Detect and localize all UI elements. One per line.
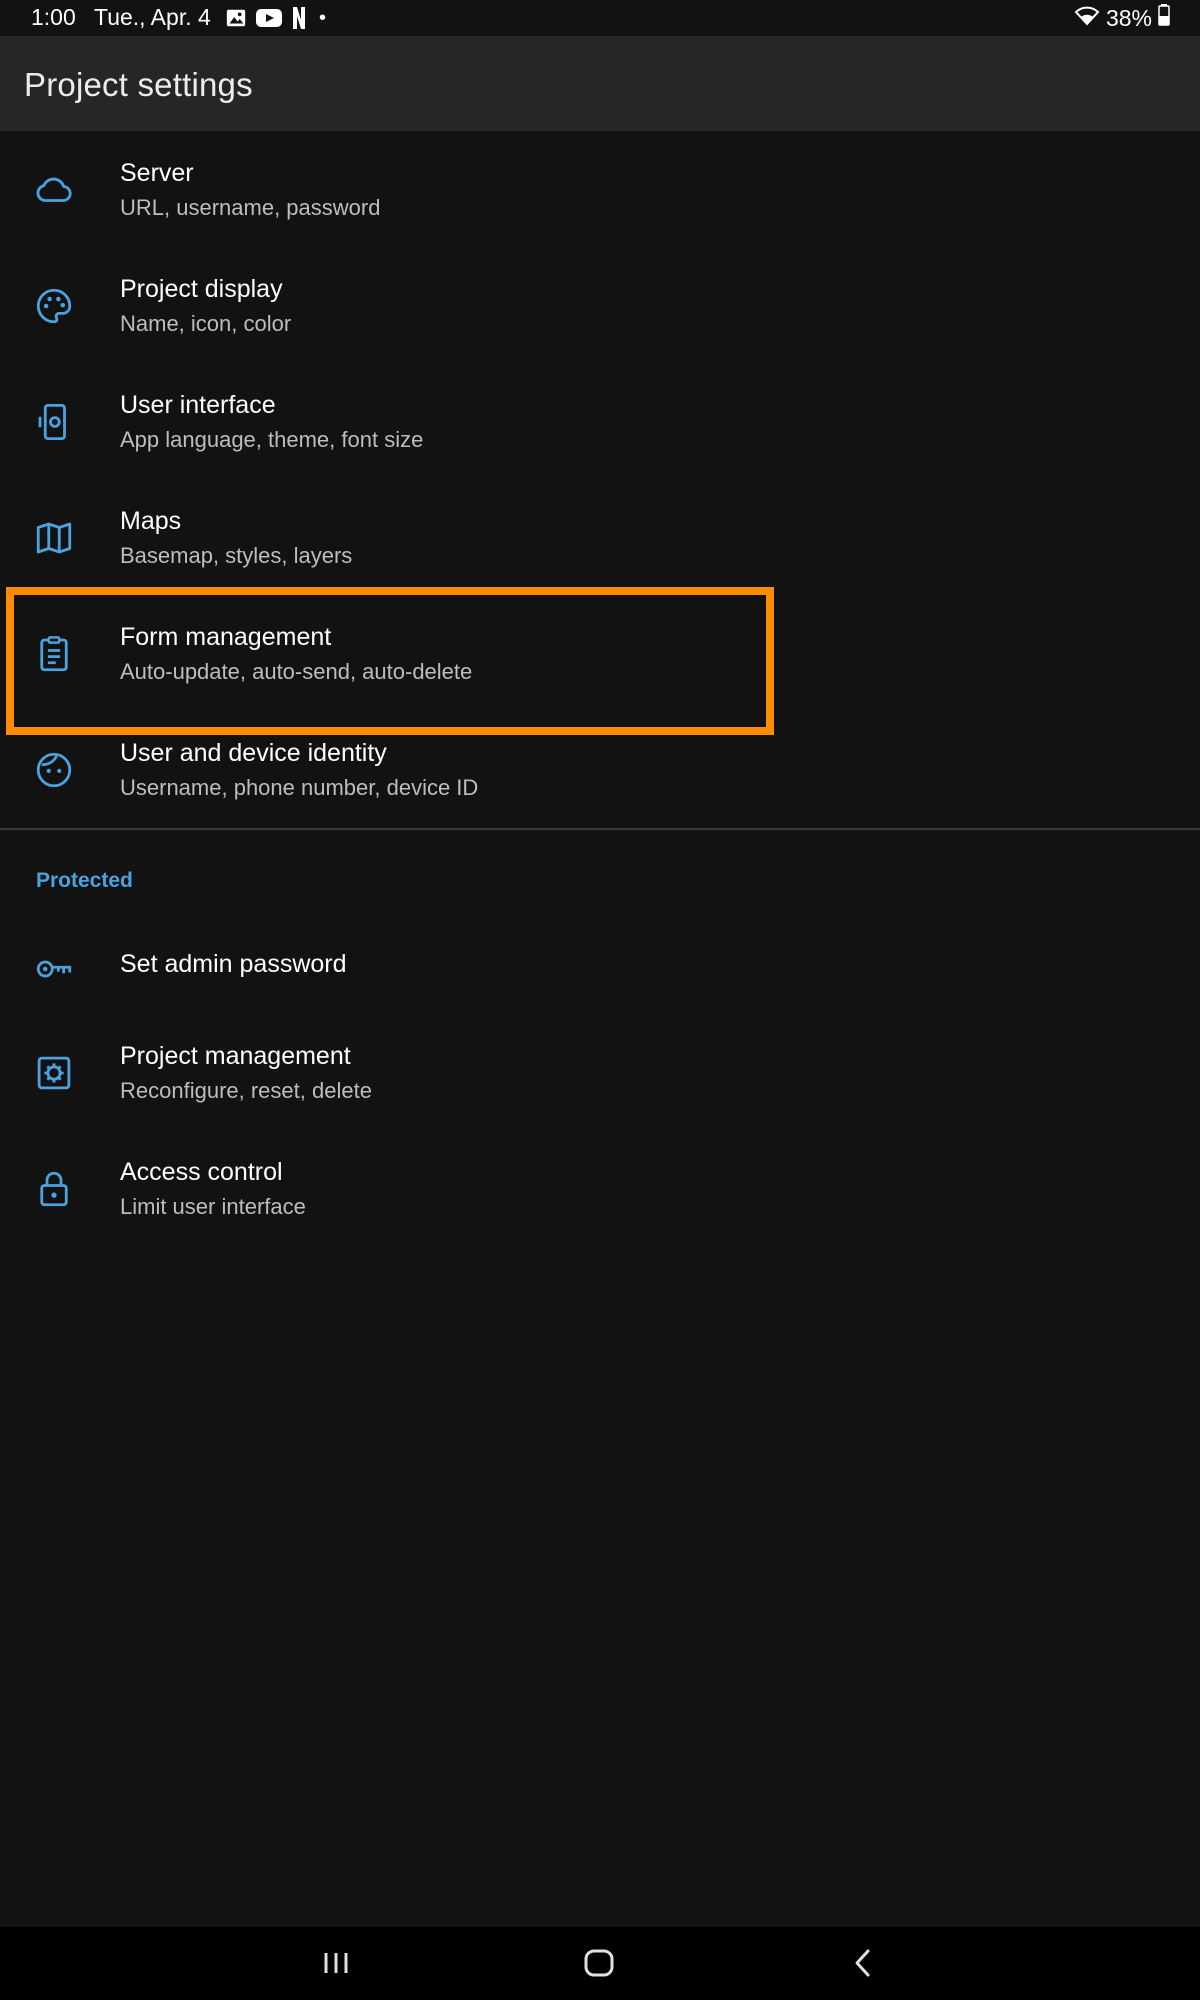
setting-item-subtitle: Username, phone number, device ID [120,775,479,800]
palette-icon [33,285,75,327]
setting-item-user-interface[interactable]: User interface App language, theme, font… [0,365,1200,481]
gallery-icon [225,7,247,29]
setting-item-title: Maps [120,507,182,535]
home-button[interactable] [578,1943,620,1983]
setting-item-server[interactable]: Server URL, username, password [0,133,1200,249]
wifi-icon [1074,4,1100,32]
page-title: Project settings [24,66,253,103]
setting-item-form-management[interactable]: Form management Auto-update, auto-send, … [0,597,1200,713]
notification-icons: • [225,6,326,30]
setting-item-admin-password[interactable]: Set admin password [0,908,1200,1024]
status-bar: 1:00 Tue., Apr. 4 • 38% [0,0,1200,36]
setting-item-maps[interactable]: Maps Basemap, styles, layers [0,481,1200,597]
netflix-icon [291,6,307,30]
setting-item-subtitle: Auto-update, auto-send, auto-delete [120,659,473,684]
setting-item-project-display[interactable]: Project display Name, icon, color [0,249,1200,365]
back-button[interactable] [848,1943,878,1983]
setting-item-title: Form management [120,623,332,651]
phone-settings-icon [33,401,75,443]
setting-item-access-control[interactable]: Access control Limit user interface [0,1132,1200,1248]
screen: 1:00 Tue., Apr. 4 • 38% Project settings… [0,0,1200,2000]
setting-item-project-management[interactable]: Project management Reconfigure, reset, d… [0,1016,1200,1132]
setting-item-title: Project management [120,1042,351,1070]
setting-item-title: User and device identity [120,739,387,767]
status-time: 1:00 [31,4,76,30]
section-divider [0,828,1200,830]
setting-item-title: Set admin password [120,950,347,978]
setting-item-subtitle: Name, icon, color [120,311,292,336]
setting-item-title: Server [120,159,194,187]
navigation-bar [0,1927,1200,2000]
setting-item-subtitle: URL, username, password [120,195,381,220]
setting-item-subtitle: Reconfigure, reset, delete [120,1078,372,1103]
app-bar: Project settings [0,36,1200,131]
setting-item-title: Project display [120,275,283,303]
setting-item-subtitle: Basemap, styles, layers [120,543,353,568]
setting-item-user-device-identity[interactable]: User and device identity Username, phone… [0,713,1200,829]
youtube-icon [255,7,283,29]
face-icon [33,749,75,791]
status-right: 38% [1074,4,1170,32]
setting-item-title: User interface [120,391,276,419]
clipboard-icon [33,633,75,675]
setting-item-subtitle: App language, theme, font size [120,427,424,452]
recent-apps-button[interactable] [320,1943,352,1983]
setting-item-title: Access control [120,1158,283,1186]
battery-icon [1158,4,1170,32]
status-date: Tue., Apr. 4 [94,4,211,30]
battery-percent: 38% [1105,4,1152,31]
section-header-protected: Protected [36,869,133,892]
key-icon [33,948,75,990]
more-notifications-dot: • [319,6,327,29]
map-icon [33,517,75,559]
setting-item-subtitle: Limit user interface [120,1194,306,1219]
lock-icon [33,1168,75,1210]
cloud-icon [33,169,75,211]
settings-box-icon [33,1052,75,1094]
